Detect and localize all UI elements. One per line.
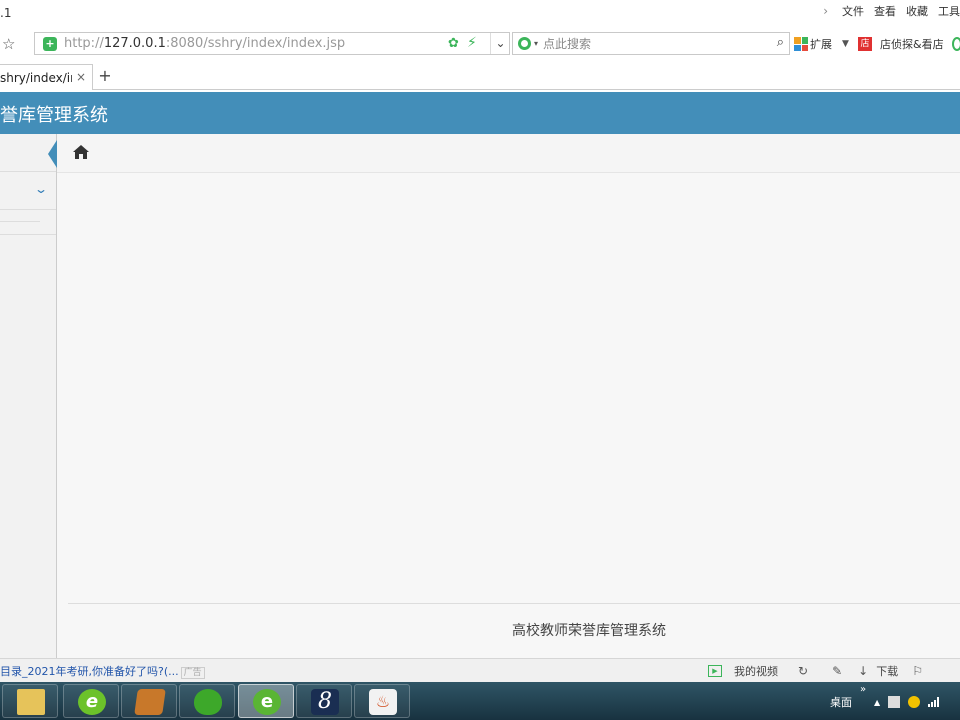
refresh-icon[interactable]: ↻ <box>798 664 808 678</box>
taskbar-eight-app[interactable]: 8 <box>296 684 352 718</box>
main-content: 高校教师荣誉库管理系统 <box>57 134 960 658</box>
browser-icon: e <box>253 689 281 715</box>
sidebar-item-menu[interactable]: ⌄ <box>0 172 56 210</box>
app-title[interactable]: 誉库管理系统 <box>0 101 108 127</box>
status-tools: ▶ 我的视频 ↻ ✎ ↓ 下载 ⚐ <box>708 663 923 679</box>
sidebar: ⌄ <box>0 134 57 658</box>
menu-favorites[interactable]: 收藏 <box>906 3 928 19</box>
tray-up-arrow-icon[interactable]: ▲ <box>874 698 880 707</box>
network-signal-icon[interactable] <box>928 697 940 707</box>
pin-icon[interactable]: ✎ <box>832 664 842 678</box>
taskbar-file-explorer[interactable] <box>2 684 58 718</box>
url-host: 127.0.0.1 <box>103 36 166 51</box>
system-tray: 桌面 » ▲ <box>830 684 940 710</box>
footer-text: 高校教师荣誉库管理系统 <box>512 623 666 639</box>
menu-view[interactable]: 查看 <box>874 3 896 19</box>
browser-title-bar: .1 › 文件 查看 收藏 工具 <box>0 0 960 26</box>
tray-app-icon[interactable] <box>908 696 921 708</box>
download-label[interactable]: 下载 <box>876 663 898 679</box>
tab-index[interactable]: shry/index/ind × <box>0 64 93 90</box>
ad-badge: 广告 <box>180 667 205 679</box>
divider <box>0 221 40 222</box>
breadcrumb <box>57 134 960 173</box>
menu-file[interactable]: 文件 <box>842 3 864 19</box>
tray-device-icon[interactable] <box>888 696 901 708</box>
taskbar-paw-app[interactable] <box>179 684 235 718</box>
browser-menu: › 文件 查看 收藏 工具 <box>823 3 960 19</box>
chevron-down-icon[interactable]: ⌄ <box>34 182 48 196</box>
extensions-label: 扩展 <box>810 38 832 51</box>
security-shield-icon: + <box>43 37 57 51</box>
taskbar-book[interactable] <box>121 684 177 718</box>
search-icon[interactable]: ⌕ <box>777 35 784 50</box>
sidebar-shortcuts <box>0 134 57 172</box>
taskbar: e e 8 ♨ 桌面 » ▲ <box>0 682 960 720</box>
eight-icon: 8 <box>311 689 339 715</box>
green-logo-icon <box>951 37 960 51</box>
star-icon[interactable]: ☆ <box>2 35 15 53</box>
divider <box>0 234 56 235</box>
menu-tools[interactable]: 工具 <box>938 3 960 19</box>
new-tab-button[interactable]: + <box>96 67 114 85</box>
url-dropdown-icon[interactable]: ⌄ <box>490 33 510 54</box>
sidebar-notch <box>48 140 57 168</box>
taskbar-java[interactable]: ♨ <box>354 684 410 718</box>
tab-bar: shry/index/ind × + <box>0 62 960 90</box>
search-box: ▾ ⌕ <box>512 32 790 55</box>
tab-label: shry/index/ind <box>0 71 72 85</box>
search-engine-icon[interactable] <box>518 37 531 50</box>
extensions-dropdown-icon: ▼ <box>842 39 849 49</box>
home-icon[interactable] <box>72 144 90 160</box>
extension-gear-icon[interactable]: ✿ <box>448 36 459 51</box>
window-title: .1 <box>0 6 12 20</box>
download-arrow-icon[interactable]: ↓ <box>858 664 868 678</box>
shop-label: 店侦探&看店 <box>880 38 944 51</box>
url-text[interactable]: http://127.0.0.1:8080/sshry/index/index.… <box>64 36 345 51</box>
search-input[interactable] <box>543 35 763 52</box>
url-field[interactable]: + http://127.0.0.1:8080/sshry/index/inde… <box>34 32 510 55</box>
lightning-icon[interactable]: ⚡ <box>467 35 477 51</box>
address-bar-row: ☆ + http://127.0.0.1:8080/sshry/index/in… <box>0 30 960 58</box>
folder-icon <box>17 689 45 715</box>
shop-extension[interactable]: 店 店侦探&看店 <box>858 36 960 52</box>
java-icon: ♨ <box>369 689 397 715</box>
my-video-label[interactable]: 我的视频 <box>734 663 778 679</box>
search-engine-dropdown-icon[interactable]: ▾ <box>534 39 538 48</box>
tab-close-icon[interactable]: × <box>76 70 86 84</box>
footer-divider <box>68 603 960 604</box>
browser-status-bar: 目录_2021年考研,你准备好了吗?(... 广告 ▶ 我的视频 ↻ ✎ ↓ 下载… <box>0 658 960 682</box>
expand-chevron-icon[interactable]: » <box>860 684 866 695</box>
chevron-right-icon[interactable]: › <box>823 4 828 18</box>
extensions-button[interactable]: 扩展 ▼ <box>794 36 849 52</box>
extensions-grid-icon <box>794 37 808 51</box>
taskbar-dreamweaver[interactable]: e <box>63 684 119 718</box>
taskbar-browser[interactable]: e <box>238 684 294 718</box>
video-play-icon[interactable]: ▶ <box>708 665 722 677</box>
paw-icon <box>194 689 222 715</box>
book-icon <box>134 689 166 715</box>
app-header: 誉库管理系统 <box>0 92 960 134</box>
news-link[interactable]: 目录_2021年考研,你准备好了吗?(... 广告 <box>0 663 205 679</box>
shop-icon: 店 <box>858 37 872 51</box>
desktop-label[interactable]: 桌面 <box>830 694 852 710</box>
flag-icon[interactable]: ⚐ <box>912 664 923 678</box>
dreamweaver-icon: e <box>78 689 106 715</box>
